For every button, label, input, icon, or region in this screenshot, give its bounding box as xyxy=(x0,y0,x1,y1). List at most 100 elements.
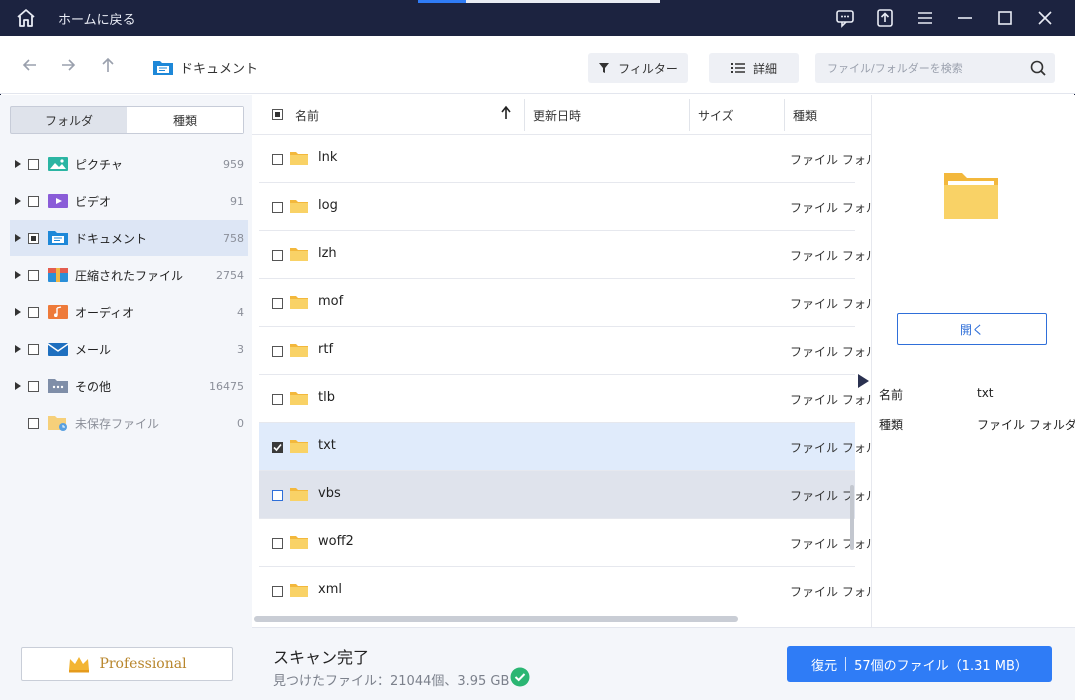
header-type[interactable]: 種類 xyxy=(793,107,817,124)
maximize-icon[interactable] xyxy=(993,6,1017,30)
category-checkbox[interactable] xyxy=(28,417,39,429)
category-checkbox[interactable] xyxy=(28,306,39,318)
category-checkbox[interactable] xyxy=(28,195,39,207)
search-icon[interactable] xyxy=(1029,59,1047,77)
category-checkbox[interactable] xyxy=(28,343,39,355)
category-audio[interactable]: オーディオ 4 xyxy=(10,294,248,330)
breadcrumb[interactable]: ドキュメント xyxy=(152,58,258,77)
row-checkbox[interactable] xyxy=(272,346,283,357)
table-row[interactable]: lnk ファイル フォルダー xyxy=(259,135,902,183)
preview-panel: 開く 名前 txt 種類 ファイル フォルダー xyxy=(871,95,1075,627)
table-row[interactable]: mof ファイル フォルダー xyxy=(259,279,902,327)
preview-toggle-icon[interactable] xyxy=(857,374,869,388)
sort-ascending-icon[interactable] xyxy=(500,105,512,121)
category-documents[interactable]: ドキュメント 758 xyxy=(10,220,248,256)
category-label: 未保存ファイル xyxy=(75,416,160,431)
expand-triangle-icon[interactable] xyxy=(10,378,26,394)
category-label: ピクチャ xyxy=(75,157,123,172)
table-row[interactable]: tlb ファイル フォルダー xyxy=(259,375,902,423)
row-checkbox-checked[interactable] xyxy=(272,442,283,453)
home-label[interactable]: ホームに戻る xyxy=(58,9,136,28)
category-checkbox[interactable] xyxy=(28,158,39,170)
expand-triangle-icon[interactable] xyxy=(10,193,26,209)
table-row[interactable]: woff2 ファイル フォルダー xyxy=(259,519,902,567)
up-arrow-icon[interactable] xyxy=(97,54,119,76)
row-checkbox[interactable] xyxy=(272,586,283,597)
prop-value-name: txt xyxy=(977,386,994,400)
prop-key-name: 名前 xyxy=(879,388,904,402)
row-checkbox[interactable] xyxy=(272,250,283,261)
unsaved-icon xyxy=(48,416,67,431)
category-pictures[interactable]: ピクチャ 959 xyxy=(10,146,248,182)
row-checkbox[interactable] xyxy=(272,202,283,213)
category-checkbox[interactable] xyxy=(28,232,39,244)
table-row[interactable]: xml ファイル フォルダー xyxy=(259,567,902,615)
breadcrumb-label: ドキュメント xyxy=(180,62,259,77)
row-checkbox[interactable] xyxy=(272,154,283,165)
table-row[interactable]: lzh ファイル フォルダー xyxy=(259,231,902,279)
folder-icon xyxy=(290,488,308,501)
category-label: メール xyxy=(75,342,112,357)
recover-button[interactable]: 復元 57個のファイル（1.31 MB） xyxy=(787,646,1052,682)
category-count: 3 xyxy=(237,342,244,356)
file-list: 名前 更新日時 サイズ 種類 lnk ファイル フォルダー log ファイル フ… xyxy=(252,95,902,627)
column-divider[interactable] xyxy=(784,99,785,131)
row-checkbox[interactable] xyxy=(272,298,283,309)
search-input[interactable] xyxy=(827,59,1027,77)
category-label: ビデオ xyxy=(75,194,112,209)
expand-triangle-icon[interactable] xyxy=(10,267,26,283)
detail-button[interactable]: 詳細 xyxy=(709,53,799,83)
expand-triangle-icon[interactable] xyxy=(10,341,26,357)
category-videos[interactable]: ビデオ 91 xyxy=(10,183,248,219)
header-size[interactable]: サイズ xyxy=(698,107,734,124)
feedback-icon[interactable] xyxy=(833,6,857,30)
table-row-hover[interactable]: vbs ファイル フォルダー xyxy=(259,471,902,519)
table-row[interactable]: rtf ファイル フォルダー xyxy=(259,327,902,375)
category-count: 758 xyxy=(223,231,244,245)
row-checkbox[interactable] xyxy=(272,394,283,405)
category-unsaved[interactable]: 未保存ファイル 0 xyxy=(10,405,248,441)
select-all-checkbox[interactable] xyxy=(272,109,283,120)
filter-button[interactable]: フィルター xyxy=(588,53,688,83)
vertical-scrollbar[interactable] xyxy=(850,485,854,550)
menu-icon[interactable] xyxy=(913,6,937,30)
expand-triangle-icon[interactable] xyxy=(10,156,26,172)
audio-icon xyxy=(48,305,68,319)
recover-label: 復元 xyxy=(811,658,838,674)
row-checkbox[interactable] xyxy=(272,490,283,501)
column-divider[interactable] xyxy=(524,99,525,131)
expand-triangle-icon[interactable] xyxy=(10,230,26,246)
file-name: xml xyxy=(318,582,342,597)
tab-folder[interactable]: フォルダ xyxy=(11,107,127,133)
back-arrow-icon[interactable] xyxy=(19,54,41,76)
home-icon[interactable] xyxy=(14,6,38,30)
professional-button[interactable]: Professional xyxy=(21,647,233,681)
search-box xyxy=(815,53,1055,83)
table-row-selected[interactable]: txt ファイル フォルダー xyxy=(259,423,902,471)
tab-indicator-light xyxy=(466,0,660,3)
expand-triangle-icon[interactable] xyxy=(10,304,26,320)
category-archives[interactable]: 圧縮されたファイル 2754 xyxy=(10,257,248,293)
close-icon[interactable] xyxy=(1033,6,1057,30)
column-divider[interactable] xyxy=(689,99,690,131)
detail-label: 詳細 xyxy=(752,61,777,76)
list-header: 名前 更新日時 サイズ 種類 xyxy=(252,95,871,135)
category-checkbox[interactable] xyxy=(28,269,39,281)
open-button[interactable]: 開く xyxy=(897,313,1047,345)
file-name: lzh xyxy=(318,246,337,261)
header-modified[interactable]: 更新日時 xyxy=(533,107,581,124)
forward-arrow-icon[interactable] xyxy=(57,54,79,76)
category-other[interactable]: その他 16475 xyxy=(10,368,248,404)
tab-type[interactable]: 種類 xyxy=(127,107,243,133)
category-mail[interactable]: メール 3 xyxy=(10,331,248,367)
professional-label: Professional xyxy=(99,656,187,672)
horizontal-scrollbar[interactable] xyxy=(254,616,738,622)
header-name[interactable]: 名前 xyxy=(295,107,319,124)
minimize-icon[interactable] xyxy=(953,6,977,30)
table-row[interactable]: log ファイル フォルダー xyxy=(259,183,902,231)
row-checkbox[interactable] xyxy=(272,538,283,549)
filter-label: フィルター xyxy=(618,61,678,76)
category-checkbox[interactable] xyxy=(28,380,39,392)
folder-icon xyxy=(290,440,308,453)
upload-icon[interactable] xyxy=(873,6,897,30)
